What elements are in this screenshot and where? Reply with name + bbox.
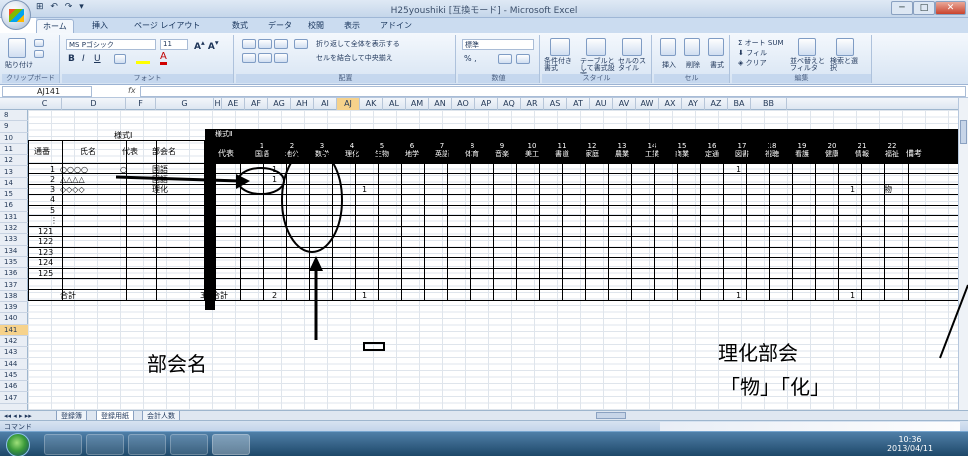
excel-window: ⊞ ↶ ↷ ▾ H25youshiki [互換モード] - Microsoft … xyxy=(0,0,968,456)
office-logo-icon xyxy=(9,9,24,22)
annotation-physchem: 理化部会 xyxy=(718,341,798,365)
annotation-phys-chem: 「物」「化」 xyxy=(720,375,830,399)
arrow-up-head xyxy=(309,256,323,271)
circle-subject-highlight xyxy=(281,147,343,253)
annotation-dept-name: 部会名 xyxy=(147,352,207,376)
arrow-line xyxy=(115,175,241,183)
diagonal-line xyxy=(939,284,968,359)
office-button[interactable] xyxy=(1,0,31,30)
